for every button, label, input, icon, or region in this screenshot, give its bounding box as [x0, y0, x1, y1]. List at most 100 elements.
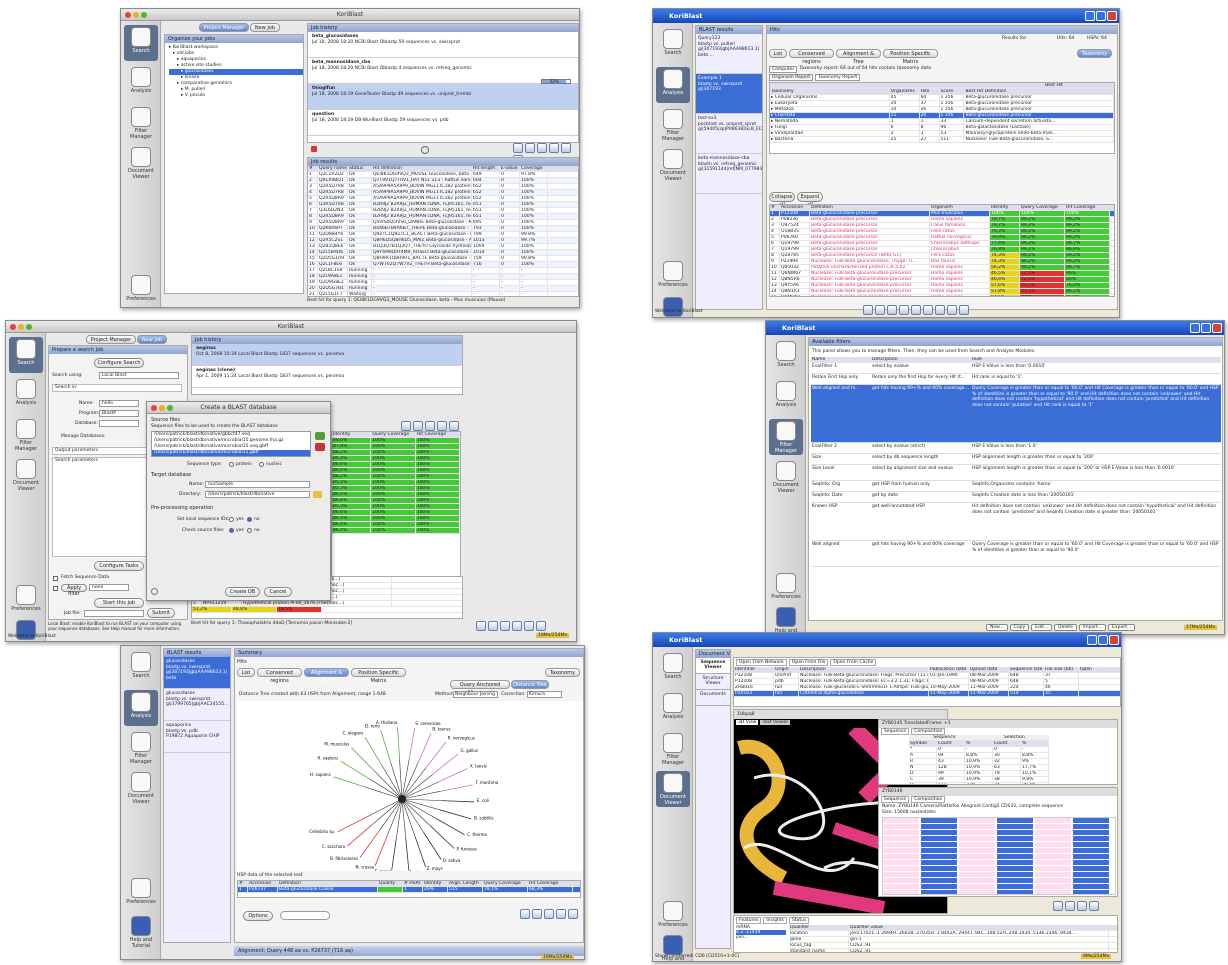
tree-leaf-branch[interactable]: [397, 727, 400, 760]
print-icon[interactable]: [425, 421, 435, 431]
sidebar-item-filter[interactable]: Filter Manager: [656, 107, 690, 143]
close-button[interactable]: [1212, 323, 1222, 333]
job-history-item[interactable]: thioglfun Jul 18, 2008 18:19 GeneTouter B…: [308, 84, 578, 110]
tab-seq-composition[interactable]: Composition: [911, 796, 946, 803]
tab-seq-sequence[interactable]: Sequence: [881, 796, 910, 803]
submit-button[interactable]: Submit: [147, 608, 175, 618]
save-icon[interactable]: [413, 421, 423, 431]
tab-trans-sequence[interactable]: Sequence: [881, 728, 910, 735]
tree-leaf-branch[interactable]: [340, 760, 369, 779]
column-header[interactable]: Quality: [378, 881, 403, 886]
tree-leaf-branch[interactable]: [337, 816, 367, 833]
options-button[interactable]: Options: [243, 911, 273, 921]
job-history-item[interactable]: question Jul 18, 2008 18:19 DB-Wu-Blast B…: [308, 110, 578, 136]
folder-icon[interactable]: [313, 491, 322, 498]
distance-tree[interactable]: H. sapiens H. sapiens M. musculus C. elegan…: [237, 701, 583, 871]
column-header[interactable]: Identity: [990, 205, 1020, 210]
sidebar-item-help[interactable]: Help and Tutorial: [769, 605, 803, 634]
tree-leaf-label[interactable]: Z. mays: [427, 866, 443, 871]
tab-3d-view[interactable]: 3D View: [736, 720, 759, 725]
column-header[interactable]: Open: [1079, 667, 1099, 672]
check-icon[interactable]: [524, 621, 534, 631]
blast-job-item[interactable]: test-ex3 pocblast vs. uniprot_sprot gi|594…: [696, 114, 762, 154]
job-history-item[interactable]: aeginas Oct 8, 2008 10:34 Local Blast Bla…: [192, 344, 462, 366]
sidebar-item-analysis[interactable]: Analysis: [769, 379, 803, 415]
close-dot[interactable]: [10, 324, 16, 330]
source-file-item[interactable]: /Users/patrick/blast/db/native/microbial…: [152, 450, 310, 456]
column-header[interactable]: Query Coverage: [483, 881, 528, 886]
tree-leaf-label[interactable]: P. furiosus: [456, 847, 476, 852]
filter-row[interactable]: Well aligned get hits having 90+% and 60%…: [811, 541, 1221, 567]
local-no-radio[interactable]: [247, 517, 252, 522]
save-icon[interactable]: [1065, 901, 1075, 911]
check-icon[interactable]: [449, 421, 459, 431]
table-row[interactable]: P20103 full Cathedral alpha-glucosidase 11-…: [734, 691, 1120, 697]
sidebar-item-preferences[interactable]: Preferences: [9, 583, 43, 619]
close-button[interactable]: [1107, 11, 1117, 21]
tree-leaf-branch[interactable]: [437, 768, 468, 783]
doc-source-tab[interactable]: Open From Network: [736, 659, 787, 666]
export-icon[interactable]: [1089, 901, 1099, 911]
blast-job-item[interactable]: Example 1 blastp vs. swissprot gi|307193: [696, 74, 762, 114]
feature-tab[interactable]: Features: [736, 917, 762, 924]
program-select[interactable]: BlastP: [99, 410, 139, 417]
sidebar-item-help[interactable]: Help and Tutorial: [656, 295, 690, 317]
tab-computer[interactable]: Computer: [769, 66, 798, 73]
create-db-button[interactable]: Create DB: [225, 587, 260, 597]
sidebar-item-filter[interactable]: Filter Manager: [656, 731, 690, 767]
blast-job-item[interactable]: Query123 blastp vs. pulleri gi|307193|gb|A…: [696, 34, 762, 74]
tab-new-job[interactable]: New Job: [250, 23, 280, 32]
table-row[interactable]: ▸ Bacteria 25 27 511 Nuclease: Fulk-Beta-glu…: [770, 137, 1114, 143]
feature-tab[interactable]: Insights: [763, 917, 787, 924]
column-header[interactable]: #: [770, 205, 780, 210]
sidebar-item-docviewer[interactable]: Document Viewer: [124, 770, 158, 806]
table-row[interactable]: 86,4% 100% 100%: [332, 528, 460, 534]
minimize-dot[interactable]: [133, 12, 139, 18]
tree-leaf-branch[interactable]: [347, 824, 373, 847]
column-header[interactable]: Query Coverage: [371, 432, 416, 437]
doc-source-tab[interactable]: Open From Cache: [830, 659, 877, 666]
tree-leaf-branch[interactable]: [441, 800, 474, 803]
save-icon[interactable]: [488, 621, 498, 631]
job-file-input[interactable]: [84, 610, 144, 617]
filter-row[interactable]: EvalFilter 1 select by evalue HSP E-Value …: [811, 363, 1221, 374]
column-header[interactable]: Hit Coverage: [1065, 205, 1110, 210]
tree-leaf-label[interactable]: X. laevis: [470, 763, 487, 768]
sidebar-item-docviewer[interactable]: Document Viewer: [124, 145, 158, 181]
table-icon[interactable]: [923, 305, 933, 315]
tree-leaf-branch[interactable]: [440, 784, 473, 792]
sidebar-item-analysis[interactable]: Analysis: [124, 690, 158, 726]
column-header[interactable]: %: [965, 741, 993, 746]
search-using-select[interactable]: Local Blast: [99, 372, 179, 379]
tree-leaf-label[interactable]: B. taurus: [432, 726, 450, 731]
column-header[interactable]: Align. Length: [448, 881, 483, 886]
sidebar-item-analysis[interactable]: Analysis: [656, 67, 690, 103]
filter-row[interactable]: Retain First Hsp only Retain only the fir…: [811, 374, 1221, 385]
column-header[interactable]: Upload date: [969, 667, 1009, 672]
save-icon[interactable]: [875, 305, 885, 315]
export-icon[interactable]: [512, 621, 522, 631]
column-header[interactable]: Publication date: [929, 667, 969, 672]
sidebar-item-docviewer[interactable]: Document Viewer: [769, 459, 803, 495]
search-field[interactable]: [280, 911, 330, 920]
column-header[interactable]: Organism: [930, 205, 990, 210]
filter-row[interactable]: SeqInfo: Date get by date SeqInfo Creation…: [811, 492, 1221, 503]
print-icon[interactable]: [500, 621, 510, 631]
doc-source-tab[interactable]: Open From File: [788, 659, 829, 666]
zoom-dot[interactable]: [26, 324, 32, 330]
tab-taxonomy[interactable]: Taxonomy: [545, 668, 580, 677]
search-icon[interactable]: [513, 143, 523, 153]
tree-leaf-label[interactable]: C. thermo: [467, 832, 487, 837]
column-header[interactable]: Origin: [774, 667, 799, 672]
edit-button[interactable]: Edit...: [1031, 624, 1053, 631]
tab-new-job[interactable]: New Job: [137, 335, 167, 344]
tree-leaf-branch[interactable]: [439, 809, 472, 820]
tab-alignment-tree[interactable]: Alignment & Tree: [304, 668, 349, 684]
export-icon[interactable]: [556, 909, 566, 919]
tab-organism-report[interactable]: Organism Report: [769, 74, 814, 81]
column-header[interactable]: Query Coverage: [1020, 205, 1065, 210]
protein-radio[interactable]: [229, 462, 234, 467]
sidebar-item-search[interactable]: Search: [656, 651, 690, 687]
tab-conserved-regions[interactable]: Conserved regions: [257, 668, 302, 684]
close-button[interactable]: [1109, 635, 1119, 645]
